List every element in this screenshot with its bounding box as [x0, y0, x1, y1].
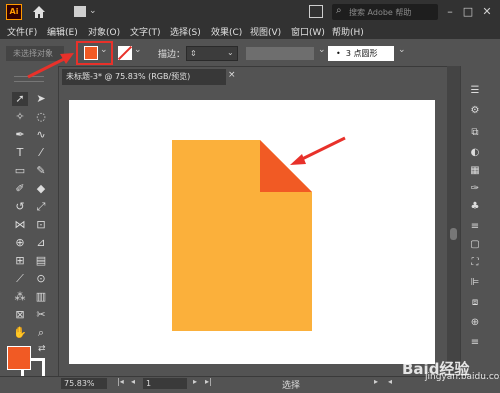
status-arrow-icon[interactable]: ▸	[374, 377, 378, 386]
annotation-highlight-box	[76, 41, 113, 65]
width-tool-icon[interactable]: ⋈	[12, 218, 28, 232]
perspective-grid-tool-icon[interactable]: ⊿	[33, 236, 49, 250]
last-artboard-icon[interactable]: ▸|	[205, 377, 212, 386]
watermark-url: jingyan.baidu.com	[425, 372, 500, 382]
next-artboard-icon[interactable]: ▸	[193, 377, 197, 386]
stroke-label[interactable]: 描边：	[158, 47, 185, 60]
search-icon: ⌕	[336, 5, 342, 16]
bullet-icon: •	[336, 49, 346, 58]
menu-help[interactable]: 帮助(H)	[332, 25, 364, 38]
tools-panel	[0, 66, 59, 380]
variable-width-profile[interactable]	[246, 47, 314, 60]
menu-object[interactable]: 对象(O)	[88, 25, 120, 38]
arrange-documents-icon[interactable]	[309, 5, 323, 18]
menu-file[interactable]: 文件(F)	[7, 25, 37, 38]
document-shape[interactable]	[172, 140, 312, 331]
brush-definition-field[interactable]: • 3 点圆形	[328, 46, 394, 61]
status-tool-text: 选择	[282, 381, 301, 391]
home-icon[interactable]	[31, 4, 47, 20]
properties-panel-icon[interactable]: ☰	[468, 84, 482, 98]
lasso-tool-icon[interactable]: ◌	[33, 110, 49, 124]
mesh-tool-icon[interactable]: ⊞	[12, 254, 28, 268]
pathfinder-panel-icon[interactable]: ⧈	[468, 296, 482, 310]
hand-tool-icon[interactable]: ✋	[12, 326, 28, 340]
eyedropper-tool-icon[interactable]: ⟋	[12, 272, 28, 286]
brush-definition-label: 3 点圆形	[345, 49, 378, 58]
minimize-icon[interactable]: –	[442, 4, 458, 20]
magic-wand-tool-icon[interactable]: ✧	[12, 110, 28, 124]
stroke-panel-icon[interactable]: ≡	[468, 220, 482, 234]
app-logo: Ai	[6, 4, 22, 20]
scrollbar-thumb[interactable]	[450, 228, 457, 240]
swatches-panel-icon[interactable]: ▦	[468, 164, 482, 178]
zoom-field[interactable]: 75.83%	[61, 378, 107, 389]
selection-tool-icon[interactable]: ➚	[12, 92, 28, 106]
transparency-panel-icon[interactable]: ⛶	[468, 256, 482, 270]
artboard-tool-icon[interactable]: ⊠	[12, 308, 28, 322]
menu-icon[interactable]: ≡	[468, 336, 482, 350]
eraser-tool-icon[interactable]: ◆	[33, 182, 49, 196]
menu-window[interactable]: 窗口(W)	[291, 25, 325, 38]
symbols-panel-icon[interactable]: ♣	[468, 200, 482, 214]
shaper-tool-icon[interactable]: ✐	[12, 182, 28, 196]
scale-tool-icon[interactable]: ⤢	[33, 200, 49, 214]
gradient-panel-icon[interactable]: ▢	[468, 238, 482, 252]
menu-effect[interactable]: 效果(C)	[211, 25, 242, 38]
chevron-down-icon[interactable]: ⌄	[398, 45, 406, 55]
first-artboard-icon[interactable]: |◂	[117, 377, 124, 386]
column-graph-tool-icon[interactable]: ▥	[33, 290, 49, 304]
shape-builder-tool-icon[interactable]: ⊕	[12, 236, 28, 250]
layers-panel-icon[interactable]: ⧉	[468, 126, 482, 140]
line-tool-icon[interactable]: ⁄	[33, 146, 49, 160]
rectangle-tool-icon[interactable]: ▭	[12, 164, 28, 178]
zoom-tool-icon[interactable]: ⌕	[33, 326, 49, 340]
selection-status: 未选择对象	[6, 46, 64, 61]
chevron-down-icon[interactable]: ⌄	[227, 46, 234, 59]
search-placeholder: 搜索 Adobe 帮助	[349, 8, 412, 17]
symbol-sprayer-tool-icon[interactable]: ⁂	[12, 290, 28, 304]
rotate-tool-icon[interactable]: ↺	[12, 200, 28, 214]
menu-type[interactable]: 文字(T)	[130, 25, 161, 38]
panel-grip[interactable]	[14, 76, 44, 82]
gradient-tool-icon[interactable]: ▤	[33, 254, 49, 268]
curvature-tool-icon[interactable]: ∿	[33, 128, 49, 142]
vertical-scrollbar[interactable]	[447, 66, 460, 380]
previous-artboard-icon[interactable]: ◂	[131, 377, 135, 386]
free-transform-tool-icon[interactable]: ⊡	[33, 218, 49, 232]
chevron-down-icon[interactable]: ⌄	[318, 45, 326, 55]
brushes-panel-icon[interactable]: ✑	[468, 182, 482, 196]
swap-fill-stroke-icon[interactable]: ⇄	[38, 344, 46, 354]
chevron-down-icon[interactable]: ⌄	[89, 6, 97, 16]
pen-tool-icon[interactable]: ✒	[12, 128, 28, 142]
workspace-switcher-icon[interactable]	[74, 6, 86, 17]
menu-view[interactable]: 视图(V)	[250, 25, 281, 38]
transform-panel-icon[interactable]: ⊕	[468, 316, 482, 330]
slice-tool-icon[interactable]: ✂	[33, 308, 49, 322]
document-body[interactable]	[172, 140, 312, 331]
maximize-icon[interactable]: □	[460, 4, 476, 20]
menu-select[interactable]: 选择(S)	[170, 25, 201, 38]
color-panel-icon[interactable]: ◐	[468, 146, 482, 160]
fill-box[interactable]	[7, 346, 31, 370]
paintbrush-tool-icon[interactable]: ✎	[33, 164, 49, 178]
scroll-left-icon[interactable]: ◂	[388, 377, 392, 386]
stepper-icon[interactable]: ⇕	[190, 47, 197, 60]
menu-edit[interactable]: 编辑(E)	[47, 25, 78, 38]
close-tab-icon[interactable]: ×	[228, 70, 236, 80]
libraries-panel-icon[interactable]: ⚙	[468, 104, 482, 118]
type-tool-icon[interactable]: T	[12, 146, 28, 160]
document-tab[interactable]: 未标题-3* @ 75.83% (RGB/预览)	[62, 69, 226, 85]
folded-corner[interactable]	[260, 140, 312, 192]
align-panel-icon[interactable]: ⊫	[468, 276, 482, 290]
direct-selection-tool-icon[interactable]: ➤	[33, 92, 49, 106]
blend-tool-icon[interactable]: ⊙	[33, 272, 49, 286]
close-icon[interactable]: ✕	[479, 4, 495, 20]
stroke-weight-field[interactable]: ⇕ ⌄	[186, 46, 238, 61]
artboard-number-field[interactable]: 1	[143, 378, 187, 389]
chevron-down-icon[interactable]: ⌄	[134, 45, 142, 55]
